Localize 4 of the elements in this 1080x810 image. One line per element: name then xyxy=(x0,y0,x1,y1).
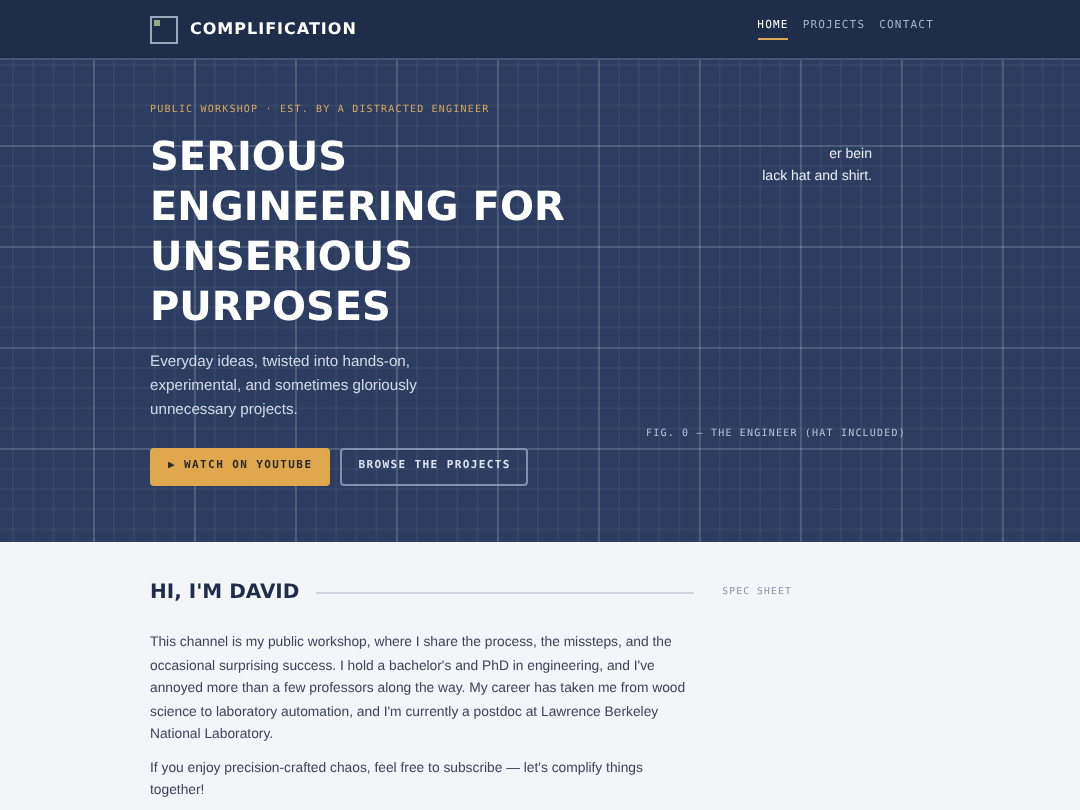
brand-name[interactable]: COMPLIFICATION xyxy=(190,17,357,41)
section-heading: HI, I'M DAVID xyxy=(150,580,300,608)
hero-title: SERIOUS ENGINEERING FOR UNSERIOUS PURPOSES xyxy=(150,131,567,331)
broken-image-icon xyxy=(150,15,178,43)
